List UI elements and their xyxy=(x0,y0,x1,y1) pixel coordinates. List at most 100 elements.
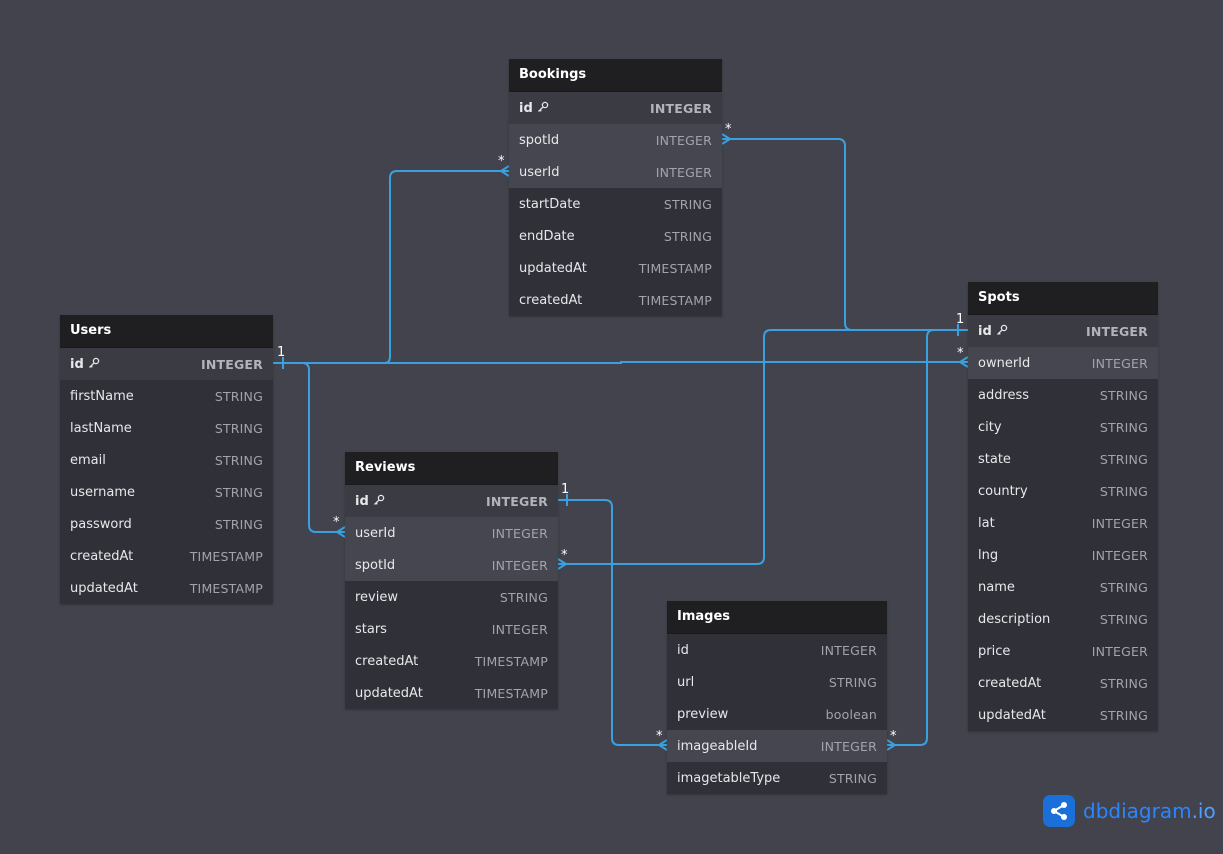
dbdiagram-logo[interactable]: dbdiagram.io xyxy=(1043,795,1216,827)
field-row-createdat[interactable]: createdAt TIMESTAMP xyxy=(60,540,273,572)
field-name-cell: description xyxy=(978,612,1050,627)
field-row-updatedat[interactable]: updatedAt TIMESTAMP xyxy=(509,252,722,284)
field-row-enddate[interactable]: endDate STRING xyxy=(509,220,722,252)
table-header[interactable]: Spots xyxy=(968,282,1158,315)
relation-users-bookings[interactable] xyxy=(273,170,509,364)
field-name: updatedAt xyxy=(355,685,423,701)
field-name-cell: lng xyxy=(978,548,998,563)
relation-users-spots[interactable] xyxy=(273,361,968,364)
field-row-address[interactable]: address STRING xyxy=(968,379,1158,411)
field-row-spotid[interactable]: spotId INTEGER xyxy=(509,124,722,156)
field-row-updatedat[interactable]: updatedAt STRING xyxy=(968,699,1158,731)
field-row-description[interactable]: description STRING xyxy=(968,603,1158,635)
field-row-id[interactable]: id INTEGER xyxy=(60,348,273,380)
field-row-state[interactable]: state STRING xyxy=(968,443,1158,475)
table-spots[interactable]: Spots id INTEGER ownerId INTEGER address STRIN… xyxy=(968,282,1158,731)
field-name-cell: updatedAt xyxy=(355,686,423,701)
field-row-updatedat[interactable]: updatedAt TIMESTAMP xyxy=(345,677,558,709)
field-type: STRING xyxy=(214,388,263,404)
field-row-userid[interactable]: userId INTEGER xyxy=(345,517,558,549)
field-name: stars xyxy=(355,621,387,637)
table-images[interactable]: Images id INTEGER url STRING preview boolean im… xyxy=(667,601,887,794)
field-name-cell: id xyxy=(978,324,1008,339)
field-row-createdat[interactable]: createdAt TIMESTAMP xyxy=(509,284,722,316)
share-icon xyxy=(1043,795,1075,827)
field-name: id xyxy=(978,323,992,339)
field-row-id[interactable]: id INTEGER xyxy=(968,315,1158,347)
field-row-userid[interactable]: userId INTEGER xyxy=(509,156,722,188)
field-type: STRING xyxy=(214,420,263,436)
cardinality-label: 1 xyxy=(561,482,570,497)
field-type: INTEGER xyxy=(491,557,548,573)
field-row-password[interactable]: password STRING xyxy=(60,508,273,540)
diagram-canvas[interactable]: Bookings id INTEGER spotId INTEGER userId INTE… xyxy=(0,0,1223,854)
field-row-imagetabletype[interactable]: imagetableType STRING xyxy=(667,762,887,794)
field-type: TIMESTAMP xyxy=(638,260,712,276)
table-reviews[interactable]: Reviews id INTEGER userId INTEGER spotId INTEG… xyxy=(345,452,558,709)
field-row-preview[interactable]: preview boolean xyxy=(667,698,887,730)
field-type: STRING xyxy=(828,674,877,690)
field-row-createdat[interactable]: createdAt STRING xyxy=(968,667,1158,699)
field-type: INTEGER xyxy=(655,132,712,148)
field-name-cell: updatedAt xyxy=(978,708,1046,723)
field-name: createdAt xyxy=(70,548,134,564)
field-name-cell: url xyxy=(677,675,694,690)
field-name-cell: createdAt xyxy=(519,293,582,308)
field-type: INTEGER xyxy=(1091,515,1148,531)
field-name-cell: lat xyxy=(978,516,995,531)
field-type: STRING xyxy=(663,196,712,212)
field-row-country[interactable]: country STRING xyxy=(968,475,1158,507)
table-bookings[interactable]: Bookings id INTEGER spotId INTEGER userId INTE… xyxy=(509,59,722,316)
table-header[interactable]: Images xyxy=(667,601,887,634)
relation-users-reviews[interactable] xyxy=(273,362,345,533)
field-row-firstname[interactable]: firstName STRING xyxy=(60,380,273,412)
field-name: id xyxy=(677,642,689,658)
table-users[interactable]: Users id INTEGER firstName STRING lastName STR… xyxy=(60,315,273,604)
field-name: createdAt xyxy=(519,292,583,308)
field-row-name[interactable]: name STRING xyxy=(968,571,1158,603)
field-row-id[interactable]: id INTEGER xyxy=(667,634,887,666)
relation-spots-reviews[interactable] xyxy=(558,329,968,565)
field-type: STRING xyxy=(1099,707,1148,723)
field-row-price[interactable]: price INTEGER xyxy=(968,635,1158,667)
field-name: email xyxy=(70,452,106,468)
field-row-startdate[interactable]: startDate STRING xyxy=(509,188,722,220)
field-type: INTEGER xyxy=(1085,323,1148,339)
field-name: id xyxy=(70,356,84,372)
field-name: city xyxy=(978,419,1002,435)
field-name-cell: imagetableType xyxy=(677,771,780,786)
field-row-lng[interactable]: lng INTEGER xyxy=(968,539,1158,571)
field-row-email[interactable]: email STRING xyxy=(60,444,273,476)
field-row-review[interactable]: review STRING xyxy=(345,581,558,613)
field-row-city[interactable]: city STRING xyxy=(968,411,1158,443)
field-type: INTEGER xyxy=(820,738,877,754)
field-row-ownerid[interactable]: ownerId INTEGER xyxy=(968,347,1158,379)
relation-spots-images[interactable] xyxy=(887,329,968,746)
field-name-cell: id xyxy=(70,357,100,372)
field-type: STRING xyxy=(214,484,263,500)
field-row-lastname[interactable]: lastName STRING xyxy=(60,412,273,444)
field-row-imageableid[interactable]: imageableId INTEGER xyxy=(667,730,887,762)
field-name: userId xyxy=(519,164,560,180)
field-row-id[interactable]: id INTEGER xyxy=(345,485,558,517)
table-header[interactable]: Users xyxy=(60,315,273,348)
field-row-stars[interactable]: stars INTEGER xyxy=(345,613,558,645)
table-header[interactable]: Bookings xyxy=(509,59,722,92)
field-row-url[interactable]: url STRING xyxy=(667,666,887,698)
field-row-createdat[interactable]: createdAt TIMESTAMP xyxy=(345,645,558,677)
field-type: boolean xyxy=(825,706,877,722)
table-header[interactable]: Reviews xyxy=(345,452,558,485)
field-row-lat[interactable]: lat INTEGER xyxy=(968,507,1158,539)
field-name: lastName xyxy=(70,420,132,436)
field-name-cell: country xyxy=(978,484,1028,499)
field-type: INTEGER xyxy=(485,493,548,509)
field-name: endDate xyxy=(519,228,575,244)
field-name: spotId xyxy=(355,557,396,573)
field-row-spotid[interactable]: spotId INTEGER xyxy=(345,549,558,581)
field-name: name xyxy=(978,579,1015,595)
relation-reviews-images[interactable] xyxy=(558,499,667,746)
field-row-updatedat[interactable]: updatedAt TIMESTAMP xyxy=(60,572,273,604)
field-row-username[interactable]: username STRING xyxy=(60,476,273,508)
relation-spots-bookings[interactable] xyxy=(722,138,968,331)
field-row-id[interactable]: id INTEGER xyxy=(509,92,722,124)
